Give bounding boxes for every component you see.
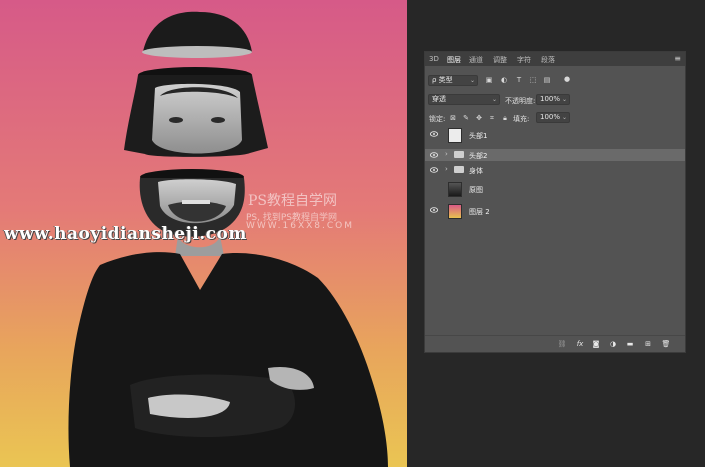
layer-name: 头部2 bbox=[469, 152, 488, 160]
eye-icon[interactable] bbox=[430, 131, 438, 137]
layer-thumbnail bbox=[448, 204, 462, 219]
layer-list: 头部1 › 头部2 › 身体 原图 图层 2 bbox=[425, 127, 685, 235]
filter-smart-object-icon[interactable]: ▤ bbox=[543, 76, 551, 84]
blend-row: 穿透 ⌄ 不透明度: 100% ⌄ bbox=[425, 94, 685, 106]
opacity-value: 100% bbox=[540, 95, 561, 103]
chevron-down-icon: ⌄ bbox=[561, 114, 567, 121]
lock-position-icon[interactable]: ✥ bbox=[475, 114, 483, 122]
new-layer-icon[interactable]: ⊞ bbox=[643, 339, 653, 349]
layer-thumbnail bbox=[448, 182, 462, 197]
tab-layers[interactable]: 图层 bbox=[447, 55, 461, 65]
folder-icon bbox=[454, 151, 464, 158]
eye-icon[interactable] bbox=[430, 207, 438, 213]
chevron-right-icon[interactable]: › bbox=[445, 165, 448, 173]
filter-kind-label: ρ 类型 bbox=[432, 76, 453, 84]
fill-value: 100% bbox=[540, 113, 561, 121]
blend-mode-value: 穿透 bbox=[432, 95, 446, 103]
opacity-label: 不透明度: bbox=[505, 97, 536, 105]
filter-pixel-icon[interactable]: ▣ bbox=[485, 76, 493, 84]
lock-row: 锁定: ⊠ ✎ ✥ ⌗ 🔒︎ 填充: 100% ⌄ bbox=[425, 112, 685, 124]
eye-icon[interactable] bbox=[430, 152, 438, 158]
filter-toggle-icon[interactable]: ● bbox=[563, 75, 571, 83]
chevron-right-icon[interactable]: › bbox=[445, 150, 448, 158]
tab-paragraph[interactable]: 段落 bbox=[541, 55, 555, 65]
panel-menu-icon[interactable]: ≡ bbox=[674, 54, 681, 63]
watermark-url: www.haoyidiansheji.com bbox=[4, 224, 247, 244]
panel-footer: ⛓ fx ◙ ◑ ▬ ⊞ 🗑︎ bbox=[425, 335, 685, 352]
fill-label: 填充: bbox=[513, 115, 530, 123]
layer-row-layer2[interactable]: 图层 2 bbox=[425, 203, 685, 221]
filter-shape-icon[interactable]: ⬚ bbox=[529, 76, 537, 84]
eye-icon[interactable] bbox=[430, 167, 438, 173]
panel-tab-bar: 3D 图层 通道 调整 字符 段落 ≡ bbox=[425, 52, 685, 66]
fill-input[interactable]: 100% ⌄ bbox=[536, 112, 570, 123]
layer-name: 头部1 bbox=[469, 132, 488, 140]
layer-name: 身体 bbox=[469, 167, 483, 175]
layer-row-head2[interactable]: › 头部2 bbox=[425, 149, 685, 161]
tab-channels[interactable]: 通道 bbox=[469, 55, 483, 65]
tab-character[interactable]: 字符 bbox=[517, 55, 531, 65]
filter-type-icon[interactable]: T bbox=[515, 76, 523, 84]
chevron-down-icon: ⌄ bbox=[469, 77, 475, 84]
filter-kind-select[interactable]: ρ 类型 ⌄ bbox=[428, 75, 478, 86]
watermark-title: PS教程自学网 bbox=[248, 193, 338, 209]
head-slice-middle bbox=[124, 67, 268, 157]
lock-image-icon[interactable]: ✎ bbox=[462, 114, 470, 122]
lock-label: 锁定: bbox=[429, 115, 446, 123]
fx-icon[interactable]: fx bbox=[575, 339, 585, 349]
tab-adjustments[interactable]: 调整 bbox=[493, 55, 507, 65]
layer-thumbnail bbox=[448, 128, 462, 143]
layers-panel: 3D 图层 通道 调整 字符 段落 ≡ ρ 类型 ⌄ ▣ ◐ T ⬚ ▤ ● 穿… bbox=[424, 51, 686, 353]
filter-row: ρ 类型 ⌄ ▣ ◐ T ⬚ ▤ ● bbox=[425, 75, 685, 87]
layer-row-original[interactable]: 原图 bbox=[425, 181, 685, 199]
watermark-site: WWW.16XX8.COM bbox=[246, 221, 355, 231]
blend-mode-select[interactable]: 穿透 ⌄ bbox=[428, 94, 500, 105]
chevron-down-icon: ⌄ bbox=[561, 96, 567, 103]
filter-adjustment-icon[interactable]: ◐ bbox=[500, 76, 508, 84]
folder-icon bbox=[454, 166, 464, 173]
tab-3d[interactable]: 3D bbox=[429, 55, 439, 63]
layer-row-body[interactable]: › 身体 bbox=[425, 164, 685, 176]
lock-all-icon[interactable]: 🔒︎ bbox=[501, 114, 509, 122]
lock-transparent-icon[interactable]: ⊠ bbox=[449, 114, 457, 122]
trash-icon[interactable]: 🗑︎ bbox=[661, 339, 671, 349]
chevron-down-icon: ⌄ bbox=[491, 96, 497, 103]
opacity-input[interactable]: 100% ⌄ bbox=[536, 94, 570, 105]
layer-name: 图层 2 bbox=[469, 208, 490, 216]
mask-icon[interactable]: ◙ bbox=[591, 339, 601, 349]
adjustment-icon[interactable]: ◑ bbox=[608, 339, 618, 349]
layer-name: 原图 bbox=[469, 186, 483, 194]
link-icon[interactable]: ⛓ bbox=[557, 339, 567, 349]
lock-artboard-icon[interactable]: ⌗ bbox=[488, 114, 496, 122]
layer-row-head1[interactable]: 头部1 bbox=[425, 127, 685, 145]
folder-icon[interactable]: ▬ bbox=[625, 339, 635, 349]
